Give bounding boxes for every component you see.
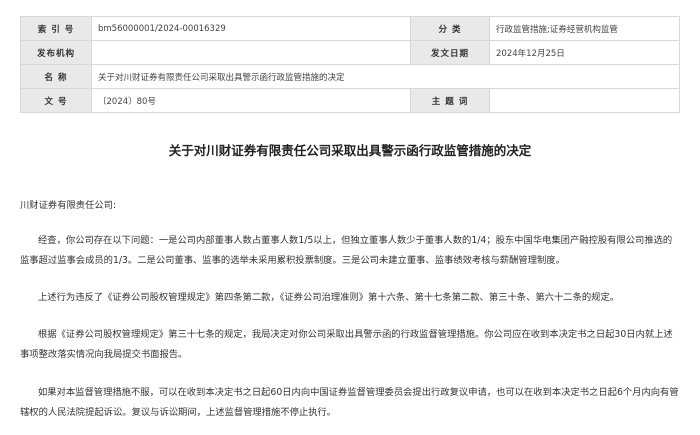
doc-number-value: 〔2024〕80号 xyxy=(91,88,411,113)
name-label: 名 称 xyxy=(20,64,92,89)
issue-date-value: 2024年12月25日 xyxy=(489,40,680,65)
name-value: 关于对川财证券有限责任公司采取出具警示函行政监管措施的决定 xyxy=(91,64,680,89)
metadata-row-index: 索 引 号 bm56000001/2024-00016329 分 类 行政监管措… xyxy=(20,16,680,41)
category-value: 行政监管措施;证券经营机构监管 xyxy=(489,16,680,41)
index-number-value: bm56000001/2024-00016329 xyxy=(91,16,411,41)
metadata-row-doc-number: 文 号 〔2024〕80号 主 题 词 xyxy=(20,88,680,113)
subject-words-label: 主 题 词 xyxy=(410,88,490,113)
metadata-row-publisher: 发布机构 发文日期 2024年12月25日 xyxy=(20,40,680,65)
publisher-value xyxy=(91,40,411,65)
metadata-row-name: 名 称 关于对川财证券有限责任公司采取出具警示函行政监管措施的决定 xyxy=(20,64,680,89)
paragraph-findings: 经查，你公司存在以下问题：一是公司内部董事人数占董事人数1/5以上，但独立董事人… xyxy=(20,235,673,266)
subject-words-value xyxy=(489,88,680,113)
doc-number-label: 文 号 xyxy=(20,88,92,113)
document-title: 关于对川财证券有限责任公司采取出具警示函行政监管措施的决定 xyxy=(168,143,532,158)
issue-date-label: 发文日期 xyxy=(410,40,490,65)
publisher-label: 发布机构 xyxy=(20,40,92,65)
paragraph-decision: 根据《证券公司股权管理规定》第三十七条的规定，我局决定对你公司采取出具警示函的行… xyxy=(20,329,673,360)
salutation: 川财证券有限责任公司: xyxy=(20,200,117,211)
paragraph-violations: 上述行为违反了《证券公司股权管理规定》第四条第二款，《证券公司治理准则》第十六条… xyxy=(38,292,620,303)
category-label: 分 类 xyxy=(410,16,490,41)
paragraph-appeal: 如果对本监督管理措施不服，可以在收到本决定书之日起60日内向中国证券监督管理委员… xyxy=(20,387,679,418)
index-number-label: 索 引 号 xyxy=(20,16,92,41)
document-metadata-table: 索 引 号 bm56000001/2024-00016329 分 类 行政监管措… xyxy=(20,16,680,113)
